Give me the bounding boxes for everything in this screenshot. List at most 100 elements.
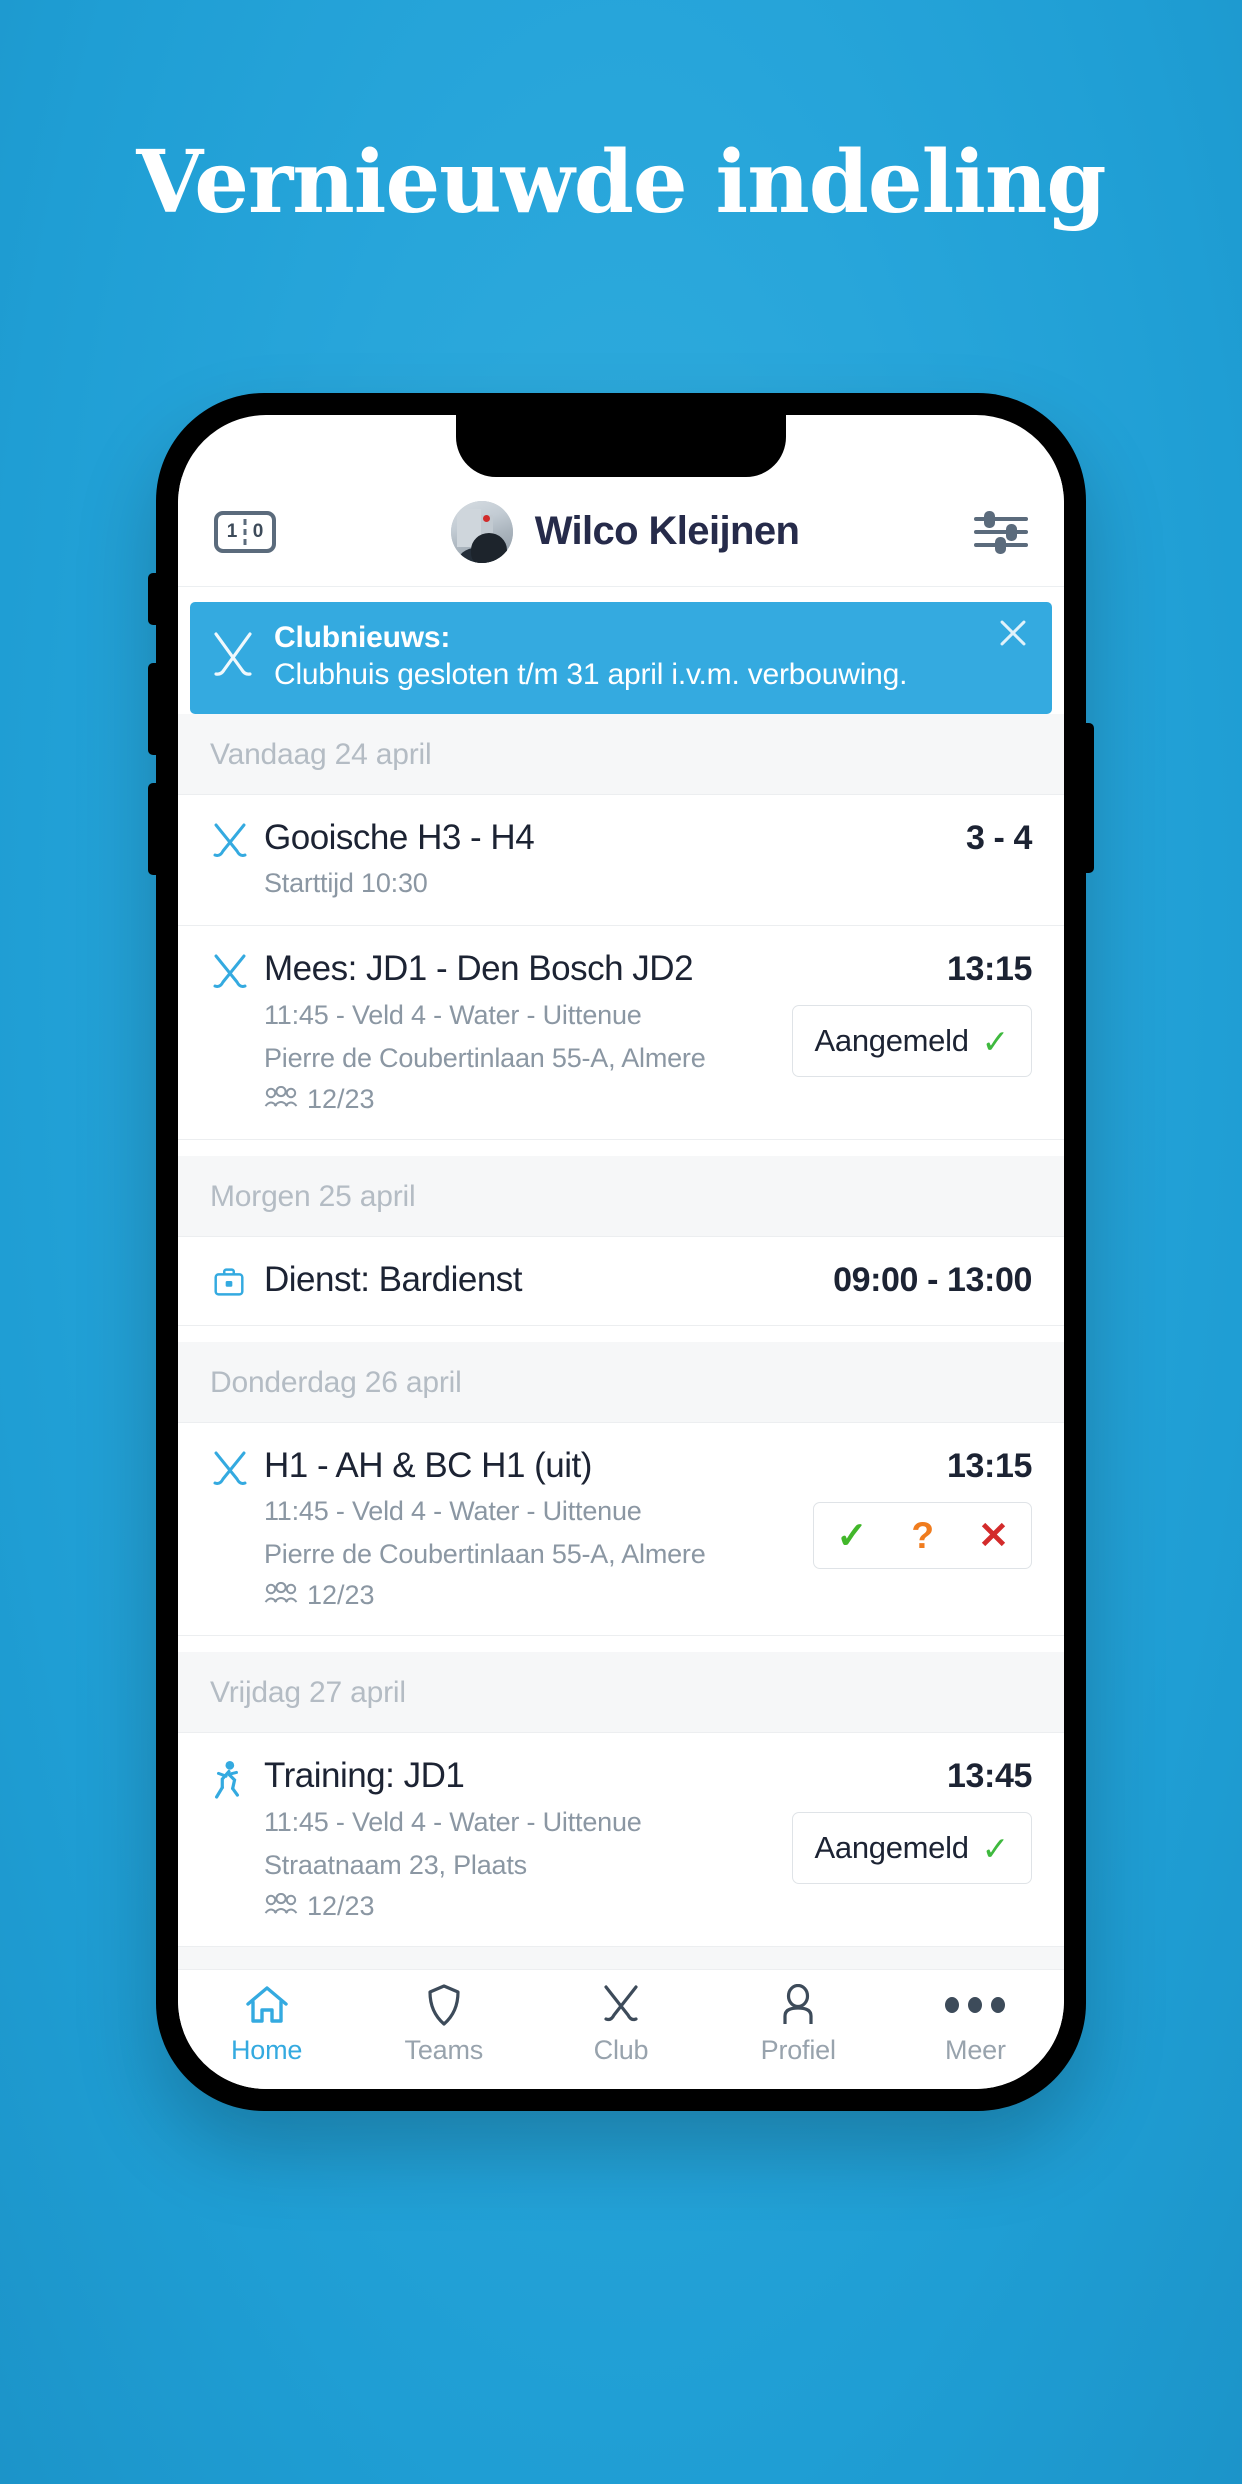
event-attendance: 12/23 xyxy=(264,1891,782,1922)
event-title: H1 - AH & BC H1 (uit) xyxy=(264,1445,592,1485)
silent-switch[interactable] xyxy=(148,573,158,625)
day-header-vrijdag: Vrijdag 27 april xyxy=(178,1652,1064,1734)
volume-up-button[interactable] xyxy=(148,663,158,755)
more-dots-icon xyxy=(945,1982,1006,2028)
event-details: Dienst: Bardienst xyxy=(264,1259,833,1300)
nav-label-teams: Teams xyxy=(404,2035,484,2065)
hockey-sticks-icon xyxy=(210,1445,264,1491)
power-button[interactable] xyxy=(1084,723,1094,873)
crossed-hockey-sticks-icon xyxy=(212,632,254,682)
slider-line-1 xyxy=(974,516,1028,521)
status-label: Aangemeld xyxy=(814,1023,969,1059)
event-title: Gooische H3 - H4 xyxy=(264,818,535,857)
nav-label-meer: Meer xyxy=(945,2035,1006,2065)
table-row[interactable]: Training: JD1 11:45 - Veld 4 - Water - U… xyxy=(178,1733,1064,1947)
event-subtitle-address: Pierre de Coubertinlaan 55-A, Almere xyxy=(264,1042,706,1073)
event-feed[interactable]: Clubnieuws: Clubhuis gesloten t/m 31 apr… xyxy=(178,587,1064,1969)
event-details: Gooische H3 - H4 Starttijd 10:30 xyxy=(264,817,966,901)
sliders-icon[interactable] xyxy=(974,509,1028,555)
hockey-sticks-icon xyxy=(210,948,264,994)
club-news-banner[interactable]: Clubnieuws: Clubhuis gesloten t/m 31 apr… xyxy=(190,602,1052,714)
event-title: Dienst: Bardienst xyxy=(264,1259,523,1299)
avatar[interactable] xyxy=(450,500,513,563)
dot-2 xyxy=(968,1997,983,2013)
hockey-sticks-icon xyxy=(210,817,264,863)
table-row[interactable]: Mees: JD1 - Den Bosch JD2 11:45 - Veld 4… xyxy=(178,926,1064,1140)
dot-1 xyxy=(945,1997,960,2013)
event-subtitle-time: 11:45 - Veld 4 - Water - Uittenue xyxy=(264,1496,642,1527)
event-meta: 3 - 4 xyxy=(966,817,1032,858)
event-title: Training: JD1 xyxy=(264,1756,465,1796)
slider-line-2 xyxy=(974,529,1028,534)
people-icon xyxy=(264,1084,298,1115)
event-meta: 13:45 Aangemeld ✓ xyxy=(791,1755,1032,1885)
event-attendance: 12/23 xyxy=(264,1580,803,1611)
event-title: Mees: JD1 - Den Bosch JD2 xyxy=(264,949,694,989)
scoreboard-home-score: 1 xyxy=(226,521,238,542)
day-header-morgen: Morgen 25 april xyxy=(178,1155,1064,1237)
attendance-count: 12/23 xyxy=(307,1580,375,1611)
event-meta: 09:00 - 13:00 xyxy=(833,1259,1032,1300)
nav-item-teams[interactable]: Teams xyxy=(355,1982,532,2066)
home-icon xyxy=(245,1982,289,2028)
event-subtitle-address: Pierre de Coubertinlaan 55-A, Almere xyxy=(264,1539,706,1570)
status-badge-aangemeld[interactable]: Aangemeld ✓ xyxy=(791,1812,1032,1885)
event-subtitle-time: 11:45 - Veld 4 - Water - Uittenue xyxy=(264,1806,642,1837)
event-score: 3 - 4 xyxy=(965,819,1032,857)
nav-label-profiel: Profiel xyxy=(760,2035,836,2065)
check-icon: ✓ xyxy=(981,1829,1010,1867)
nav-label-club: Club xyxy=(593,2035,649,2065)
rsvp-button-group[interactable]: ✓ ? ✕ xyxy=(813,1501,1032,1569)
volume-down-button[interactable] xyxy=(148,783,158,875)
page-title: Vernieuwde indeling xyxy=(136,132,1106,233)
event-time-range: 09:00 - 13:00 xyxy=(833,1260,1032,1299)
crossed-sticks-icon xyxy=(601,1982,641,2028)
nav-item-home[interactable]: Home xyxy=(178,1982,355,2066)
notch xyxy=(456,415,786,477)
table-row[interactable]: Gooische H3 - H4 Starttijd 10:30 3 - 4 xyxy=(178,795,1064,927)
banner-title: Clubnieuws: xyxy=(274,621,451,655)
scoreboard-icon[interactable]: 1 0 xyxy=(214,510,276,553)
slider-knob-2 xyxy=(1006,523,1017,541)
event-details: H1 - AH & BC H1 (uit) 11:45 - Veld 4 - W… xyxy=(264,1445,813,1611)
user-name: Wilco Kleijnen xyxy=(534,509,800,553)
event-meta: 13:15 Aangemeld ✓ xyxy=(791,948,1032,1078)
header-user[interactable]: Wilco Kleijnen xyxy=(276,500,974,563)
check-icon: ✓ xyxy=(981,1022,1010,1060)
close-icon[interactable] xyxy=(996,616,1030,650)
attendance-count: 12/23 xyxy=(307,1890,375,1921)
nav-item-club[interactable]: Club xyxy=(532,1982,709,2066)
event-subtitle-time: 11:45 - Veld 4 - Water - Uittenue xyxy=(264,999,642,1030)
rsvp-yes-button[interactable]: ✓ xyxy=(814,1503,889,1568)
avatar-head xyxy=(470,532,507,563)
status-label: Aangemeld xyxy=(814,1830,969,1866)
feed-bottom-spacer xyxy=(178,1946,1064,1969)
event-details: Mees: JD1 - Den Bosch JD2 11:45 - Veld 4… xyxy=(264,948,792,1114)
table-row[interactable]: H1 - AH & BC H1 (uit) 11:45 - Veld 4 - W… xyxy=(178,1422,1064,1637)
running-person-icon xyxy=(210,1755,264,1801)
slider-knob-3 xyxy=(995,536,1006,554)
person-icon xyxy=(780,1982,816,2028)
event-attendance: 12/23 xyxy=(264,1084,782,1115)
app-header: 1 0 Wilco Kleijnen xyxy=(178,477,1064,587)
status-badge-aangemeld[interactable]: Aangemeld ✓ xyxy=(791,1005,1032,1078)
day-header-donderdag: Donderdag 26 april xyxy=(178,1341,1064,1423)
banner-text: Clubnieuws: Clubhuis gesloten t/m 31 apr… xyxy=(274,620,1030,693)
briefcase-icon xyxy=(210,1259,264,1301)
nav-item-meer[interactable]: Meer xyxy=(887,1982,1064,2066)
nav-label-home: Home xyxy=(230,2035,303,2065)
event-time: 13:15 xyxy=(947,1446,1032,1485)
rsvp-maybe-button[interactable]: ? xyxy=(889,1503,956,1568)
table-row[interactable]: Dienst: Bardienst 09:00 - 13:00 xyxy=(178,1236,1064,1326)
event-subtitle: Starttijd 10:30 xyxy=(264,868,428,899)
event-subtitle-address: Straatnaam 23, Plaats xyxy=(264,1849,527,1880)
phone-frame: 1 0 Wilco Kleijnen Clubnieuws: Clubhuis … xyxy=(148,393,1094,2111)
scoreboard-divider xyxy=(243,518,247,545)
day-header-vandaag: Vandaag 24 april xyxy=(178,714,1064,795)
rsvp-no-button[interactable]: ✕ xyxy=(956,1503,1031,1568)
event-time: 13:45 xyxy=(947,1757,1032,1796)
nav-item-profiel[interactable]: Profiel xyxy=(710,1982,887,2066)
scoreboard-away-score: 0 xyxy=(252,521,264,542)
people-icon xyxy=(264,1580,298,1611)
phone-screen: 1 0 Wilco Kleijnen Clubnieuws: Clubhuis … xyxy=(178,415,1064,2089)
